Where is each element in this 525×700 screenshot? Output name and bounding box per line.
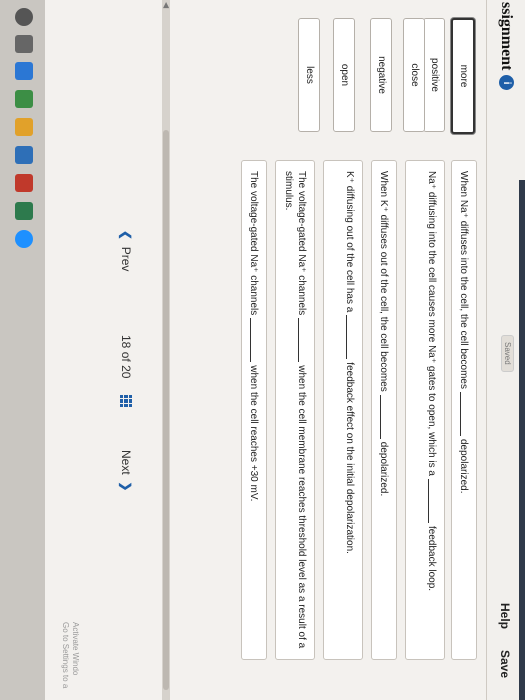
statement-text: The voltage-gated Na⁺ channels (296, 171, 307, 316)
scroll-left-icon[interactable]: ◀ (162, 2, 171, 8)
prev-button[interactable]: ❮ Prev (119, 230, 133, 271)
drop-target-blank[interactable] (298, 318, 308, 363)
watermark-line-2: Go to Settings to a (61, 622, 70, 689)
saved-status-badge: Saved (501, 335, 514, 372)
folder-icon[interactable] (15, 118, 33, 136)
office-icon[interactable] (15, 174, 33, 192)
statement-text: K⁺ diffusing out of the cell has a (344, 171, 355, 313)
word-chip-positive[interactable]: positive (423, 18, 445, 132)
of-label: of (119, 351, 133, 362)
statement-3: When K⁺ diffuses out of the cell, the ce… (371, 160, 397, 660)
statement-text: Na⁺ diffusing into the cell causes more … (426, 171, 437, 476)
statement-1: When Na⁺ diffuses into the cell, the cel… (451, 160, 477, 660)
assignment-title: ssignment i (497, 2, 515, 91)
task-view-icon[interactable] (15, 35, 33, 53)
next-label: Next (119, 450, 133, 475)
grid-icon[interactable] (120, 395, 132, 407)
word-chip-open[interactable]: open (333, 18, 355, 132)
statement-6: The voltage-gated Na⁺ channels when the c… (241, 160, 267, 660)
statement-text: depolarized. (378, 441, 389, 497)
word-chip-more[interactable]: more (451, 18, 475, 134)
chrome-icon[interactable] (15, 230, 33, 248)
statement-text: When Na⁺ diffuses into the cell, the cel… (458, 171, 469, 389)
edge-browser-icon[interactable] (15, 62, 33, 80)
chevron-right-icon: ❯ (119, 481, 133, 492)
drop-target-blank[interactable] (380, 394, 390, 439)
statement-5: The voltage-gated Na⁺ channelswhen the c… (275, 160, 315, 660)
statement-text: when the cell reaches +30 mV. (248, 365, 259, 502)
mail-icon[interactable] (15, 146, 33, 164)
browser-url-strip (519, 180, 525, 700)
watermark-line-1: Activate Windo (71, 622, 80, 676)
drop-target-blank[interactable] (346, 315, 356, 360)
save-button[interactable]: Save (498, 650, 512, 678)
statement-text: depolarized. (458, 438, 469, 494)
assignment-title-text: ssignment (498, 2, 515, 71)
search-icon[interactable] (15, 8, 33, 26)
drop-target-blank[interactable] (460, 391, 470, 436)
page-indicator: 18 of 20 (119, 335, 133, 378)
total-pages: 20 (119, 365, 133, 379)
header-divider (486, 0, 487, 700)
word-chip-negative[interactable]: negative (370, 18, 392, 132)
cc-app-icon[interactable] (15, 202, 33, 220)
current-page: 18 (119, 335, 133, 349)
statement-text: The voltage-gated Na⁺ channels (248, 171, 259, 316)
info-icon[interactable]: i (499, 75, 514, 91)
statement-text: feedback loop. (426, 525, 437, 592)
scrollbar-thumb[interactable] (163, 130, 169, 690)
header-bar: ssignment i Saved Help Save (487, 0, 525, 700)
statement-4: K⁺ diffusing out of the cell has a feedba… (323, 160, 363, 660)
statement-2: Na⁺ diffusing into the cell causes more … (405, 160, 445, 660)
drop-target-blank[interactable] (250, 318, 260, 363)
statement-text: When K⁺ diffuses out of the cell, the ce… (378, 171, 389, 392)
chevron-left-icon: ❮ (119, 230, 133, 241)
activation-watermark: Activate Windo Go to Settings to a (60, 622, 80, 688)
prev-label: Prev (119, 246, 133, 272)
word-chip-less[interactable]: less (298, 18, 320, 132)
next-button[interactable]: Next ❯ (119, 450, 133, 491)
app-window: ssignment i Saved Help Save more positive… (0, 0, 525, 700)
word-chip-close[interactable]: close (403, 18, 425, 132)
drop-target-blank[interactable] (428, 478, 438, 523)
statement-text: feedback effect on the initial depolariz… (344, 362, 355, 554)
help-button[interactable]: Help (498, 603, 512, 629)
store-icon[interactable] (15, 90, 33, 108)
